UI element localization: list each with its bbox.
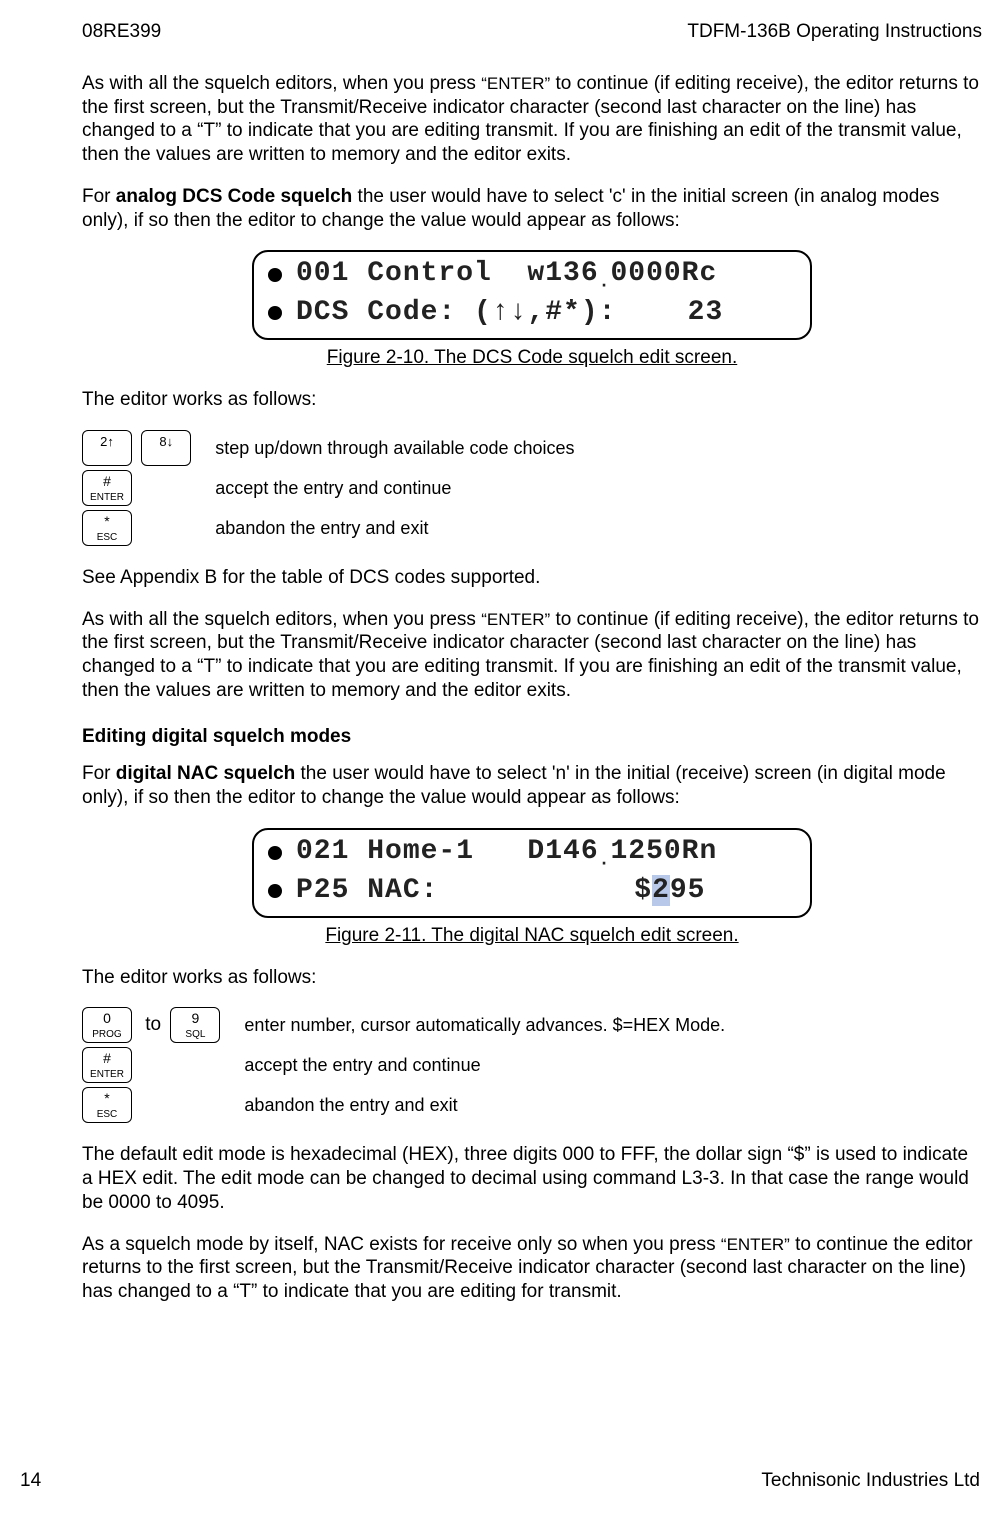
dcs-intro-paragraph: For analog DCS Code squelch the user wou…	[82, 185, 982, 233]
key-desc: accept the entry and continue	[244, 1047, 725, 1087]
key-enter: # ENTER	[82, 470, 132, 506]
key-desc: accept the entry and continue	[215, 470, 574, 510]
key-desc: enter number, cursor automatically advan…	[244, 1007, 725, 1047]
key-esc: * ESC	[82, 1087, 132, 1123]
indicator-dot	[268, 306, 282, 320]
to-label: to	[145, 1013, 161, 1037]
key-desc: abandon the entry and exit	[244, 1087, 725, 1127]
header-left: 08RE399	[82, 20, 161, 44]
intro-paragraph: As with all the squelch editors, when yo…	[82, 72, 982, 167]
final-paragraph: As a squelch mode by itself, NAC exists …	[82, 1233, 982, 1304]
nac-intro-paragraph: For digital NAC squelch the user would h…	[82, 762, 982, 810]
repeat-paragraph: As with all the squelch editors, when yo…	[82, 608, 982, 703]
indicator-dot	[268, 846, 282, 860]
appendix-ref: See Appendix B for the table of DCS code…	[82, 566, 982, 590]
page-number: 14	[20, 1469, 41, 1493]
enter-key-label: “ENTER”	[481, 610, 550, 629]
lcd-display-2: 021 Home-1 D146.1250Rn P25 NAC: $295	[252, 828, 812, 918]
key-table-1: 2↑ 8↓ step up/down through available cod…	[82, 430, 575, 550]
key-desc: step up/down through available code choi…	[215, 430, 574, 470]
key-8-down: 8↓	[141, 430, 191, 466]
header-right: TDFM-136B Operating Instructions	[687, 20, 982, 44]
hex-paragraph: The default edit mode is hexadecimal (HE…	[82, 1143, 982, 1214]
enter-key-label: “ENTER”	[481, 74, 550, 93]
key-desc: abandon the entry and exit	[215, 510, 574, 550]
key-0-prog: 0 PROG	[82, 1007, 132, 1043]
indicator-dot	[268, 884, 282, 898]
indicator-dot	[268, 268, 282, 282]
figure-2-10-caption: Figure 2-10. The DCS Code squelch edit s…	[82, 346, 982, 370]
key-9-sql: 9 SQL	[170, 1007, 220, 1043]
footer-company: Technisonic Industries Ltd	[761, 1469, 980, 1493]
figure-2-11-caption: Figure 2-11. The digital NAC squelch edi…	[82, 924, 982, 948]
key-2-up: 2↑	[82, 430, 132, 466]
enter-key-label: “ENTER”	[721, 1235, 790, 1254]
key-table-2: 0 PROG to 9 SQL enter number, cursor aut…	[82, 1007, 725, 1127]
editor-works-label-2: The editor works as follows:	[82, 966, 982, 990]
key-enter: # ENTER	[82, 1047, 132, 1083]
key-esc: * ESC	[82, 510, 132, 546]
lcd-display-1: 001 Control w136.0000Rc DCS Code: (↑↓,#*…	[252, 250, 812, 340]
editor-works-label-1: The editor works as follows:	[82, 388, 982, 412]
section-editing-digital: Editing digital squelch modes	[82, 725, 982, 749]
